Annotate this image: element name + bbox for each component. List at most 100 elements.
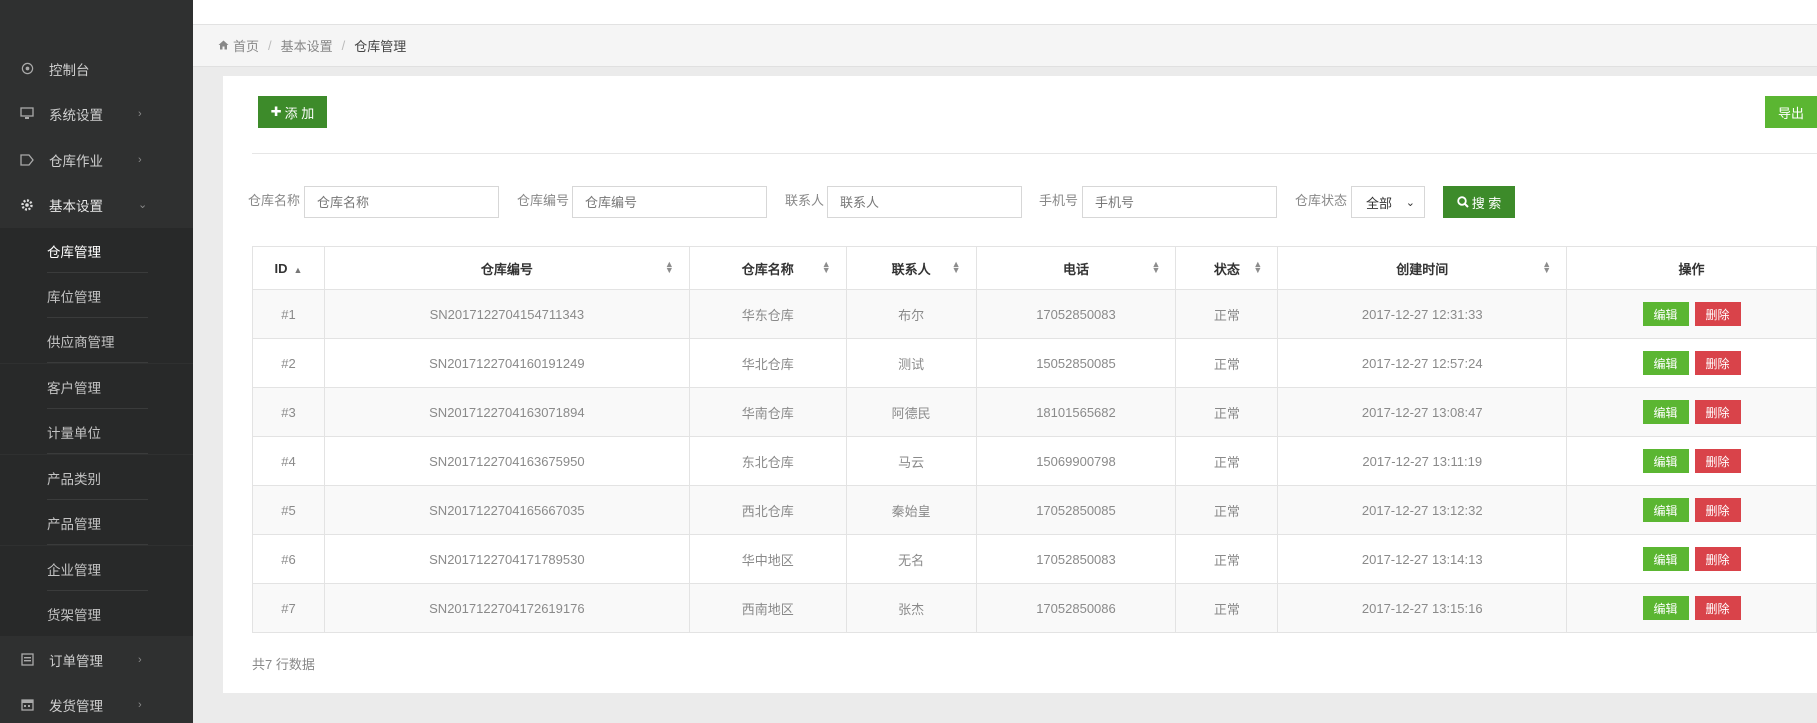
sidebar-subitem-label: 产品类别 [47,471,101,487]
cell-contact: 秦始皇 [845,485,977,535]
cell-contact: 马云 [845,436,977,486]
add-button[interactable]: ✚ 添 加 [258,96,327,128]
column-header-phone[interactable]: 电话 ▲ ▼ [975,246,1177,290]
cell-id: #6 [252,534,325,584]
top-bar [193,0,1817,25]
table-row: #2 SN2017122704160191249 华北仓库 测试 1505285… [252,338,1817,388]
sidebar-subitem-enterprise-mgmt[interactable]: 企业管理 [0,546,193,591]
edit-button[interactable]: 编辑 [1642,596,1689,620]
sidebar-subitem-customer-mgmt[interactable]: 客户管理 [0,364,193,409]
document-icon [20,653,34,667]
edit-button[interactable]: 编辑 [1642,547,1689,571]
sidebar-subitem-units[interactable]: 计量单位 [0,409,193,454]
cell-code: SN2017122704163071894 [323,387,690,437]
cell-id: #3 [252,387,325,437]
edit-button[interactable]: 编辑 [1642,302,1689,326]
sidebar-item-dashboard[interactable]: 控制台 [0,46,193,91]
sidebar-subitem-supplier-mgmt[interactable]: 供应商管理 [0,318,193,363]
cell-status: 正常 [1175,534,1279,584]
sidebar-subitem-location-mgmt[interactable]: 库位管理 [0,273,193,318]
sidebar-item-basic-settings[interactable]: 基本设置 ⌄ [0,182,193,227]
filter-label-phone: 手机号 [1039,193,1079,208]
sidebar-subitem-label: 客户管理 [47,380,101,396]
column-header-contact[interactable]: 联系人 ▲ ▼ [845,246,977,290]
cell-status: 正常 [1175,289,1279,339]
delete-button[interactable]: 删除 [1694,449,1741,473]
sidebar-subitem-label: 企业管理 [47,562,101,578]
cell-name: 华东仓库 [688,289,847,339]
cell-status: 正常 [1175,387,1279,437]
delete-button[interactable]: 删除 [1694,596,1741,620]
cell-phone: 17052850083 [975,289,1177,339]
search-button-label: 搜 索 [1471,195,1502,211]
edit-button[interactable]: 编辑 [1642,449,1689,473]
table-row: #7 SN2017122704172619176 西南地区 张杰 1705285… [252,583,1817,633]
status-select[interactable]: 全部 ⌄ [1351,186,1425,218]
delete-button[interactable]: 删除 [1694,547,1741,571]
cell-created: 2017-12-27 12:57:24 [1277,338,1568,388]
breadcrumb-basic-settings[interactable]: 基本设置 [281,36,333,55]
sidebar-subitem-label: 供应商管理 [47,334,115,350]
table-row: #4 SN2017122704163675950 东北仓库 马云 1506990… [252,436,1817,486]
divider [47,453,148,454]
chevron-down-icon: ⌄ [1405,197,1415,209]
column-header-status[interactable]: 状态 ▲ ▼ [1175,246,1279,290]
edit-button[interactable]: 编辑 [1642,498,1689,522]
column-header-label: 创建时间 [1396,261,1449,277]
delete-button[interactable]: 删除 [1694,302,1741,326]
main-panel: ✚ 添 加 导出 仓库名称 仓库编号 联系人 手机号 仓库状态 全部 ⌄ 搜 索… [223,76,1817,693]
cell-contact: 张杰 [845,583,977,633]
cell-name: 西北仓库 [688,485,847,535]
column-header-label: 仓库名称 [741,261,794,277]
table-header-row: ID ▲ 仓库编号 ▲ ▼ 仓库名称 ▲ ▼ 联系人 ▲ ▼ 电话 ▲ ▼ 状态 ▲ ▼ 创建时间 ▲ ▼… [252,246,1817,290]
table-row: #3 SN2017122704163071894 华南仓库 阿德民 181015… [252,387,1817,437]
column-header-actions: 操作 [1566,246,1817,290]
sidebar-subitem-warehouse-mgmt[interactable]: 仓库管理 [0,228,193,273]
chevron-right-icon: › [138,107,142,120]
breadcrumb-home[interactable]: 首页 [233,36,259,55]
divider [47,362,148,363]
sidebar-item-label: 仓库作业 [49,153,103,169]
phone-input[interactable] [1082,186,1277,218]
export-button[interactable]: 导出 [1765,96,1817,128]
cell-id: #4 [252,436,325,486]
column-header-code[interactable]: 仓库编号 ▲ ▼ [323,246,690,290]
delete-button[interactable]: 删除 [1694,498,1741,522]
cell-created: 2017-12-27 13:14:13 [1277,534,1568,584]
edit-button[interactable]: 编辑 [1642,400,1689,424]
sidebar-item-label: 发货管理 [49,698,103,714]
sidebar-item-label: 基本设置 [49,198,103,214]
gear-icon [20,198,34,212]
filter-label-code: 仓库编号 [517,193,570,208]
sidebar-subitem-product-mgmt[interactable]: 产品管理 [0,500,193,545]
warehouse-table: ID ▲ 仓库编号 ▲ ▼ 仓库名称 ▲ ▼ 联系人 ▲ ▼ 电话 ▲ ▼ 状态 ▲ ▼ 创建时间 ▲ ▼… [252,246,1817,633]
search-icon [1456,196,1469,208]
cell-actions: 编辑 删除 [1566,534,1817,584]
cell-code: SN2017122704172619176 [323,583,690,633]
warehouse-name-input[interactable] [304,186,499,218]
sidebar-item-warehouse-ops[interactable]: 仓库作业 › [0,137,193,182]
sidebar-item-label: 订单管理 [49,653,103,669]
column-header-name[interactable]: 仓库名称 ▲ ▼ [688,246,847,290]
sidebar-item-system-settings[interactable]: 系统设置 › [0,91,193,136]
sidebar: 控制台 系统设置 › 仓库作业 › 基本设置 ⌄ 仓库管理 库位管理 供应商管理… [0,0,193,723]
edit-button[interactable]: 编辑 [1642,351,1689,375]
sidebar-item-shipping[interactable]: 发货管理 › [0,682,193,723]
delete-button[interactable]: 删除 [1694,351,1741,375]
search-button[interactable]: 搜 索 [1443,186,1515,218]
cell-status: 正常 [1175,436,1279,486]
sort-icon: ▲ ▼ [664,259,674,275]
column-header-created[interactable]: 创建时间 ▲ ▼ [1277,246,1568,290]
sidebar-item-orders[interactable]: 订单管理 › [0,637,193,682]
table-row: #1 SN2017122704154711343 华东仓库 布尔 1705285… [252,289,1817,339]
sort-icon: ▲ ▼ [1151,259,1161,275]
column-header-id[interactable]: ID ▲ [252,246,325,290]
delete-button[interactable]: 删除 [1694,400,1741,424]
sidebar-item-label: 系统设置 [49,107,103,123]
contact-input[interactable] [827,186,1022,218]
sidebar-subitem-shelf-mgmt[interactable]: 货架管理 [0,591,193,636]
warehouse-code-input[interactable] [572,186,767,218]
cell-contact: 布尔 [845,289,977,339]
home-icon [218,38,229,53]
sidebar-subitem-product-category[interactable]: 产品类别 [0,455,193,500]
